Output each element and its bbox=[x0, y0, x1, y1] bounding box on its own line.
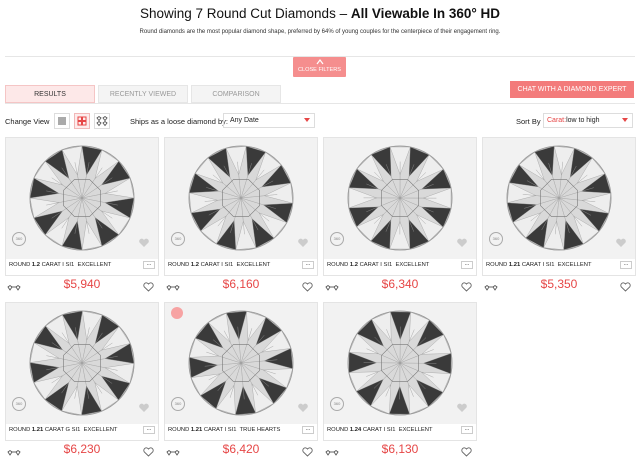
more-options-button[interactable]: ... bbox=[620, 261, 632, 269]
hearts-badge-icon bbox=[615, 236, 627, 248]
sort-by-label: Sort By bbox=[516, 117, 541, 126]
close-filters-label: CLOSE FILTERS bbox=[297, 67, 342, 73]
diamond-price: $6,130 bbox=[381, 442, 419, 456]
card-footer: $6,160 bbox=[164, 276, 318, 294]
favorite-heart-icon[interactable] bbox=[143, 444, 154, 462]
sort-select[interactable]: Carat:low to high bbox=[543, 113, 633, 128]
diamond-image bbox=[324, 303, 476, 424]
hearts-badge-icon bbox=[138, 236, 150, 248]
diamond-price: $6,230 bbox=[63, 442, 101, 456]
diamond-price: $6,340 bbox=[381, 277, 419, 291]
360-view-icon[interactable]: 360 bbox=[330, 397, 344, 411]
diamond-card[interactable]: 360 ROUND 1.21 CARAT I SI1 EXCELLENT ... bbox=[482, 137, 636, 276]
more-options-button[interactable]: ... bbox=[302, 261, 314, 269]
diamond-card[interactable]: 360 ROUND 1.24 CARAT I SI1 EXCELLENT ... bbox=[323, 302, 477, 441]
diamond-card[interactable]: 360 ROUND 1.2 CARAT I SI1 EXCELLENT ... bbox=[164, 137, 318, 276]
diamond-price: $6,420 bbox=[222, 442, 260, 456]
hearts-badge-icon bbox=[456, 401, 468, 413]
more-options-button[interactable]: ... bbox=[143, 426, 155, 434]
diamond-price: $5,940 bbox=[63, 277, 101, 291]
diamond-image bbox=[6, 303, 158, 424]
more-options-button[interactable]: ... bbox=[143, 261, 155, 269]
card-footer: $6,130 bbox=[323, 441, 477, 459]
card-footer: $6,340 bbox=[323, 276, 477, 294]
diamond-description: ROUND 1.21 CARAT G SI1 EXCELLENT bbox=[9, 427, 118, 433]
diamond-card[interactable]: 360 ROUND 1.21 CARAT G SI1 EXCELLENT ... bbox=[5, 302, 159, 441]
tab-recently-viewed[interactable]: RECENTLY VIEWED bbox=[98, 85, 188, 103]
ship-date-select[interactable]: Any Date bbox=[223, 113, 315, 128]
360-view-icon[interactable]: 360 bbox=[330, 232, 344, 246]
favorite-heart-icon[interactable] bbox=[302, 444, 313, 462]
360-view-icon[interactable]: 360 bbox=[12, 232, 26, 246]
favorite-heart-icon[interactable] bbox=[143, 279, 154, 297]
more-options-button[interactable]: ... bbox=[461, 261, 473, 269]
diamond-image bbox=[6, 138, 158, 259]
more-options-button[interactable]: ... bbox=[302, 426, 314, 434]
favorite-heart-icon[interactable] bbox=[302, 279, 313, 297]
hearts-badge-icon bbox=[138, 401, 150, 413]
list-view-icon[interactable] bbox=[54, 113, 70, 129]
diamond-price: $5,350 bbox=[540, 277, 578, 291]
favorite-heart-icon[interactable] bbox=[461, 279, 472, 297]
tab-comparison[interactable]: COMPARISON bbox=[191, 85, 281, 103]
diamond-view-icon[interactable] bbox=[94, 113, 110, 129]
360-view-icon[interactable]: 360 bbox=[171, 397, 185, 411]
caret-down-icon bbox=[622, 118, 628, 122]
diamond-description: ROUND 1.21 CARAT I SI1 TRUE HEARTS bbox=[168, 427, 281, 433]
caret-down-icon bbox=[304, 118, 310, 122]
page-title-bold: All Viewable In 360° HD bbox=[350, 6, 501, 21]
360-view-icon[interactable]: 360 bbox=[489, 232, 503, 246]
diamond-description: ROUND 1.21 CARAT I SI1 EXCELLENT bbox=[486, 262, 592, 268]
diamond-image bbox=[165, 303, 317, 424]
favorite-heart-icon[interactable] bbox=[620, 279, 631, 297]
page-title: Showing 7 Round Cut Diamonds – All Viewa… bbox=[0, 6, 640, 21]
diamond-card[interactable]: 360 ROUND 1.2 CARAT I SI1 EXCELLENT ... bbox=[5, 137, 159, 276]
diamond-description: ROUND 1.2 CARAT I SI1 EXCELLENT bbox=[168, 262, 271, 268]
divider bbox=[5, 103, 635, 104]
favorite-heart-icon[interactable] bbox=[461, 444, 472, 462]
chevron-up-icon bbox=[293, 57, 346, 66]
diamond-price: $6,160 bbox=[222, 277, 260, 291]
diamond-card[interactable]: 360 ROUND 1.21 CARAT I SI1 TRUE HEARTS .… bbox=[164, 302, 318, 441]
ships-by-label: Ships as a loose diamond by: bbox=[130, 117, 228, 126]
diamond-description: ROUND 1.24 CARAT I SI1 EXCELLENT bbox=[327, 427, 433, 433]
tab-results[interactable]: RESULTS bbox=[5, 85, 95, 103]
diamond-image bbox=[483, 138, 635, 259]
chat-with-expert-button[interactable]: CHAT WITH A DIAMOND EXPERT bbox=[510, 81, 634, 98]
hearts-badge-icon bbox=[456, 236, 468, 248]
diamond-description: ROUND 1.2 CARAT I SI1 EXCELLENT bbox=[9, 262, 112, 268]
ship-date-value: Any Date bbox=[230, 117, 259, 124]
sort-prefix: Carat: bbox=[547, 117, 567, 124]
diamond-image bbox=[165, 138, 317, 259]
card-footer: $6,230 bbox=[5, 441, 159, 459]
sort-value: low to high bbox=[566, 117, 600, 124]
page-title-prefix: Showing 7 Round Cut Diamonds – bbox=[139, 6, 351, 21]
diamond-image bbox=[324, 138, 476, 259]
hearts-badge-icon bbox=[297, 401, 309, 413]
360-view-icon[interactable]: 360 bbox=[12, 397, 26, 411]
diamond-description: ROUND 1.2 CARAT I SI1 EXCELLENT bbox=[327, 262, 430, 268]
diamond-card[interactable]: 360 ROUND 1.2 CARAT I SI1 EXCELLENT ... bbox=[323, 137, 477, 276]
close-filters-button[interactable]: CLOSE FILTERS bbox=[293, 57, 346, 77]
change-view-label: Change View bbox=[5, 117, 50, 126]
more-options-button[interactable]: ... bbox=[461, 426, 473, 434]
hearts-badge-icon bbox=[297, 236, 309, 248]
card-footer: $6,420 bbox=[164, 441, 318, 459]
grid-view-icon[interactable] bbox=[74, 113, 90, 129]
page-subtitle: Round diamonds are the most popular diam… bbox=[139, 29, 501, 35]
true-hearts-flower-icon bbox=[171, 307, 183, 319]
card-footer: $5,350 bbox=[482, 276, 636, 294]
card-footer: $5,940 bbox=[5, 276, 159, 294]
360-view-icon[interactable]: 360 bbox=[171, 232, 185, 246]
